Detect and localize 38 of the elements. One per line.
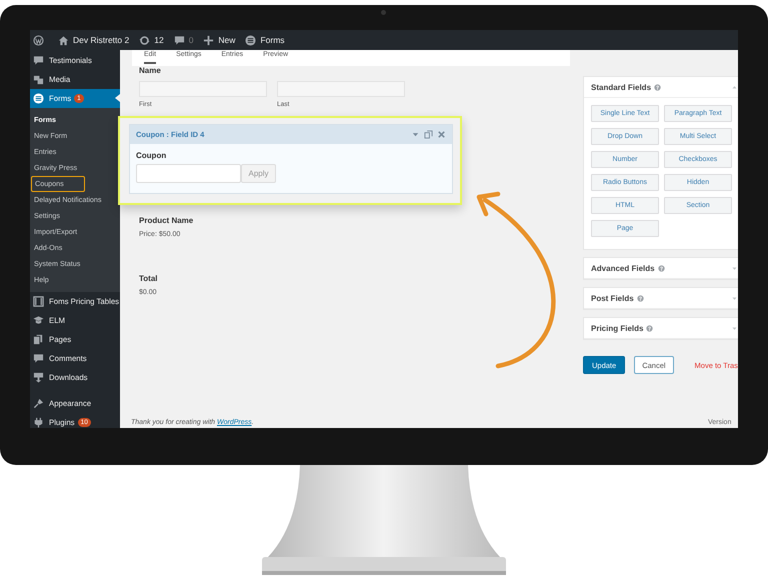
- home-icon: [58, 34, 69, 46]
- help-icon[interactable]: [646, 324, 654, 332]
- current-menu-notch: [115, 94, 120, 102]
- brush-icon: [33, 398, 44, 409]
- help-icon[interactable]: [654, 84, 662, 90]
- help-icon[interactable]: [658, 264, 665, 272]
- speech-bubble-icon: [33, 353, 44, 364]
- media-icon: [33, 74, 44, 85]
- speech-bubble-icon: [174, 34, 185, 46]
- pages-icon: [33, 334, 44, 345]
- film-strip-icon: [33, 296, 44, 307]
- caret-icon: [731, 84, 738, 90]
- download-icon: [33, 372, 44, 383]
- field-label: Product Name: [139, 216, 194, 225]
- caret-icon: [731, 264, 738, 272]
- site-name-link[interactable]: Dev Ristretto 2: [58, 34, 130, 46]
- updates-link[interactable]: 12: [139, 34, 164, 46]
- forms-icon: [33, 93, 44, 104]
- new-link[interactable]: New: [203, 34, 236, 46]
- field-label: Total: [139, 274, 159, 283]
- wordpress-logo-icon[interactable]: [33, 34, 44, 46]
- duplicate-icon[interactable]: [424, 130, 433, 139]
- help-icon[interactable]: [636, 294, 644, 302]
- plug-icon: [33, 417, 44, 428]
- plus-icon: [203, 34, 214, 46]
- speech-bubble-icon: [33, 55, 44, 66]
- forms-icon: [245, 34, 256, 46]
- refresh-icon: [139, 34, 150, 46]
- coupon-input[interactable]: [136, 164, 241, 183]
- caret-down-icon[interactable]: [411, 130, 420, 139]
- caret-icon: [731, 324, 738, 332]
- field-label: Name: [139, 66, 162, 75]
- camera-icon: [381, 10, 386, 15]
- caret-icon: [731, 294, 738, 302]
- graduation-cap-icon: [33, 315, 44, 326]
- forms-link[interactable]: Forms: [245, 34, 285, 46]
- field-label: Coupon: [136, 151, 168, 160]
- close-icon[interactable]: [437, 130, 446, 139]
